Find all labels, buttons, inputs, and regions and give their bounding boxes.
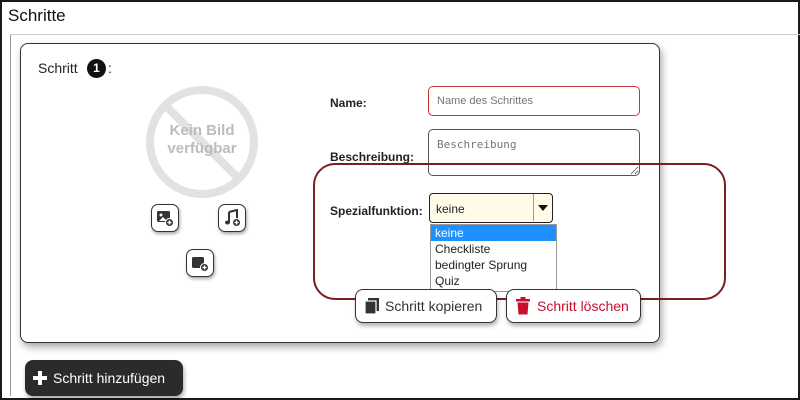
name-label: Name:	[330, 96, 367, 110]
copy-step-button[interactable]: Schritt kopieren	[355, 289, 497, 323]
add-image-icon	[157, 211, 174, 227]
step-label: Schritt	[38, 60, 78, 76]
step-number-badge: 1	[87, 59, 106, 78]
add-video-button[interactable]	[186, 249, 214, 277]
highlight-annotation	[313, 163, 726, 300]
add-step-label: Schritt hinzufügen	[53, 370, 166, 386]
add-audio-button[interactable]	[218, 204, 246, 232]
trash-icon	[516, 297, 530, 315]
copy-icon	[364, 298, 379, 315]
plus-icon	[33, 371, 47, 385]
no-image-text-line2: verfügbar	[167, 140, 237, 157]
add-video-icon	[192, 257, 209, 272]
delete-step-button[interactable]: Schritt löschen	[506, 289, 641, 323]
delete-step-label: Schritt löschen	[537, 298, 629, 314]
divider-vertical	[10, 34, 11, 396]
add-step-button[interactable]: Schritt hinzufügen	[25, 360, 183, 396]
divider-horizontal	[10, 34, 800, 35]
no-image-text-line1: Kein Bild	[169, 122, 235, 139]
description-label: Beschreibung:	[330, 150, 415, 164]
no-image-text: Kein Bild verfügbar	[142, 122, 262, 158]
section-title: Schritte	[8, 6, 66, 25]
copy-step-label: Schritt kopieren	[385, 298, 483, 314]
add-audio-icon	[225, 209, 241, 227]
name-input[interactable]	[428, 86, 640, 116]
step-colon: :	[108, 60, 112, 76]
add-image-button[interactable]	[151, 204, 179, 232]
